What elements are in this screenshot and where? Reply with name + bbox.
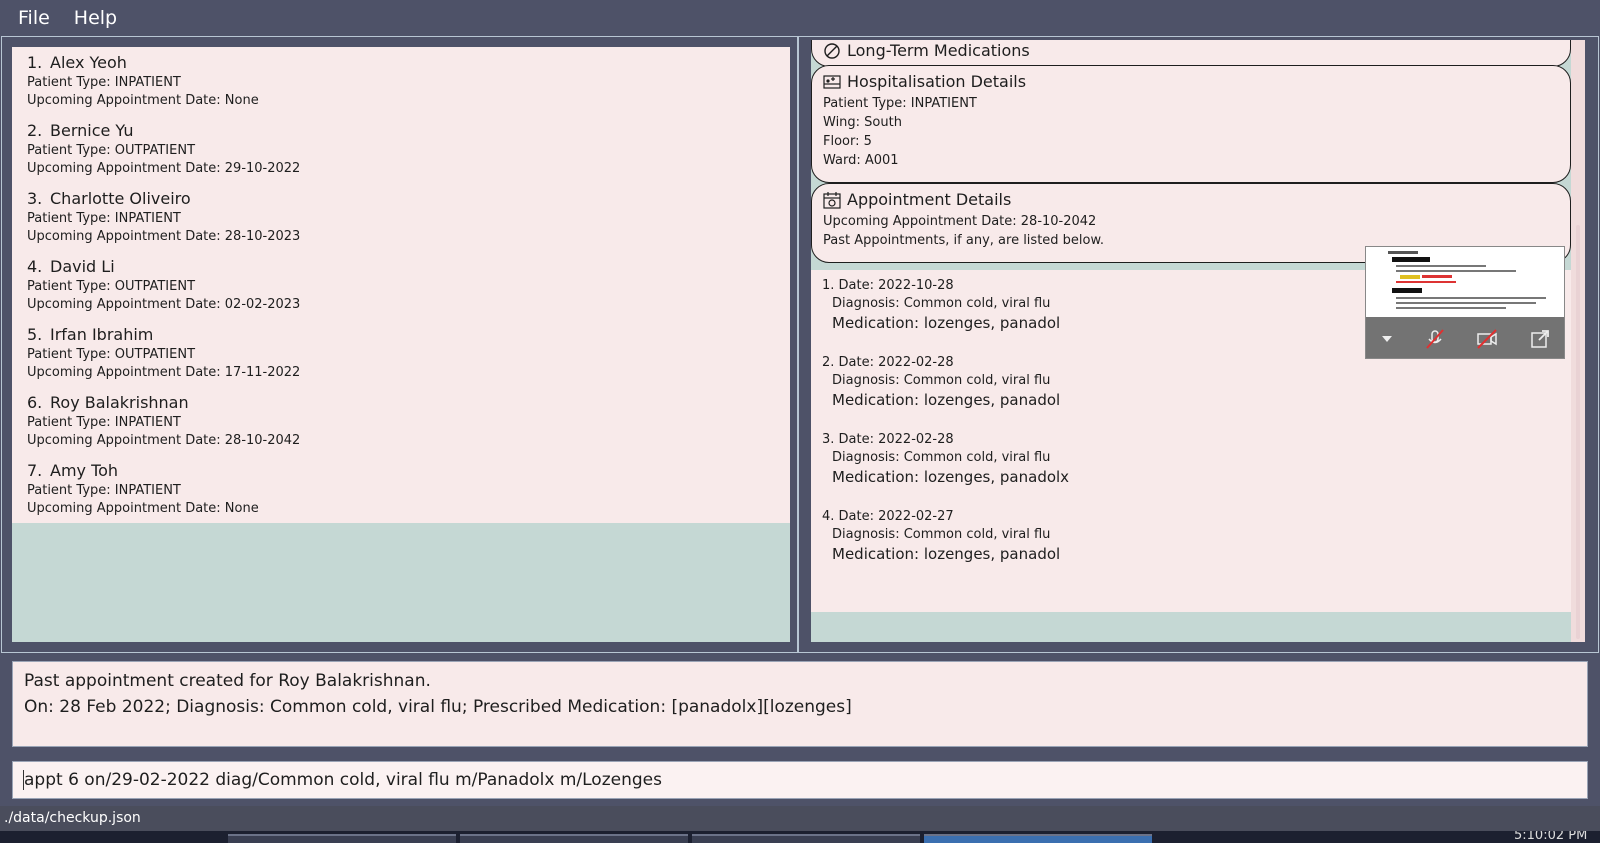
taskbar-item-active[interactable] <box>924 834 1152 843</box>
medications-title: Long-Term Medications <box>847 41 1030 60</box>
list-item: 4. Date: 2022-02-27 Diagnosis: Common co… <box>822 501 1560 578</box>
appointment-title: Appointment Details <box>847 190 1012 209</box>
patient-name: Roy Balakrishnan <box>50 393 189 412</box>
appointment-diagnosis: Diagnosis: Common cold, viral flu <box>832 527 1051 542</box>
appointment-medication: Medication: lozenges, panadol <box>832 391 1061 409</box>
patient-appointment: Upcoming Appointment Date: 29-10-2022 <box>27 161 301 176</box>
patient-appointment: Upcoming Appointment Date: 28-10-2023 <box>27 229 301 244</box>
camera-off-icon[interactable] <box>1476 328 1498 350</box>
patient-appointment: Upcoming Appointment Date: 02-02-2023 <box>27 297 301 312</box>
patient-type: Patient Type: OUTPATIENT <box>27 143 196 158</box>
patient-type: Patient Type: INPATIENT <box>27 483 181 498</box>
taskbar-item[interactable] <box>460 834 688 843</box>
appointment-diagnosis: Diagnosis: Common cold, viral flu <box>832 373 1051 388</box>
list-item[interactable]: 7. Amy Toh Patient Type: INPATIENT Upcomi… <box>12 455 790 523</box>
patient-index: 7. <box>27 461 43 480</box>
list-item[interactable]: 4. David Li Patient Type: OUTPATIENT Upco… <box>12 251 790 319</box>
appointment-diagnosis: Diagnosis: Common cold, viral flu <box>832 450 1051 465</box>
patient-name: David Li <box>50 257 115 276</box>
hospitalisation-ward: Ward: A001 <box>823 153 899 168</box>
list-item[interactable]: 2. Bernice Yu Patient Type: OUTPATIENT Up… <box>12 115 790 183</box>
list-item[interactable]: 3. Charlotte Oliveiro Patient Type: INPAT… <box>12 183 790 251</box>
medications-section: Long-Term Medications <box>811 40 1571 67</box>
list-item: 3. Date: 2022-02-28 Diagnosis: Common co… <box>822 424 1560 501</box>
result-line-2: On: 28 Feb 2022; Diagnosis: Common cold,… <box>24 697 852 717</box>
mic-off-icon[interactable] <box>1424 328 1446 350</box>
result-line-1: Past appointment created for Roy Balakri… <box>24 671 431 691</box>
shared-screen-preview <box>1388 251 1546 309</box>
hospitalisation-type: Patient Type: INPATIENT <box>823 96 977 111</box>
patient-appointment: Upcoming Appointment Date: None <box>27 93 259 108</box>
chevron-down-icon[interactable] <box>1381 333 1393 345</box>
calendar-icon <box>823 192 841 209</box>
list-item[interactable]: 6. Roy Balakrishnan Patient Type: INPATIE… <box>12 387 790 455</box>
upcoming-appointment: Upcoming Appointment Date: 28-10-2042 <box>823 214 1097 229</box>
menu-file[interactable]: File <box>6 0 62 36</box>
result-display: Past appointment created for Roy Balakri… <box>12 661 1588 747</box>
video-controls <box>1366 317 1564 358</box>
status-bar: ./data/checkup.json <box>0 806 1600 831</box>
patient-index: 1. <box>27 53 43 72</box>
hospitalisation-section: Hospitalisation Details Patient Type: IN… <box>811 65 1571 183</box>
patient-name: Amy Toh <box>50 461 119 480</box>
command-input[interactable] <box>23 770 1577 790</box>
command-box[interactable] <box>12 761 1588 799</box>
taskbar: 5:10:02 PM <box>0 831 1600 843</box>
taskbar-item[interactable] <box>692 834 920 843</box>
patient-type: Patient Type: OUTPATIENT <box>27 279 196 294</box>
appointment-medication: Medication: lozenges, panadol <box>832 545 1061 563</box>
patient-name: Charlotte Oliveiro <box>50 189 191 208</box>
patient-index: 3. <box>27 189 43 208</box>
menu-help[interactable]: Help <box>62 0 129 36</box>
patient-appointment: Upcoming Appointment Date: 28-10-2042 <box>27 433 301 448</box>
scrollbar-thumb[interactable] <box>1576 225 1580 639</box>
split-divider[interactable] <box>797 37 799 653</box>
list-item[interactable]: 5. Irfan Ibrahim Patient Type: OUTPATIENT… <box>12 319 790 387</box>
menu-bar: File Help <box>0 0 1600 36</box>
patient-type: Patient Type: INPATIENT <box>27 415 181 430</box>
hospital-bed-icon <box>823 75 841 89</box>
taskbar-clock: 5:10:02 PM <box>1514 831 1588 843</box>
patient-name: Bernice Yu <box>50 121 134 140</box>
patient-index: 2. <box>27 121 43 140</box>
appointment-date: 4. Date: 2022-02-27 <box>822 509 954 524</box>
patient-appointment: Upcoming Appointment Date: 17-11-2022 <box>27 365 301 380</box>
patient-index: 6. <box>27 393 43 412</box>
patient-name: Alex Yeoh <box>50 53 127 72</box>
patient-index: 5. <box>27 325 43 344</box>
patient-name: Irfan Ibrahim <box>50 325 154 344</box>
hospitalisation-floor: Floor: 5 <box>823 134 872 149</box>
appointment-medication: Medication: lozenges, panadolx <box>832 468 1070 486</box>
patient-list[interactable]: 1. Alex Yeoh Patient Type: INPATIENT Upco… <box>12 47 790 642</box>
video-overlay[interactable] <box>1365 246 1565 359</box>
hospitalisation-title: Hospitalisation Details <box>847 72 1027 91</box>
patient-index: 4. <box>27 257 43 276</box>
taskbar-item[interactable] <box>228 834 456 843</box>
popout-icon[interactable] <box>1529 328 1551 350</box>
details-scrollbar[interactable] <box>1571 40 1585 642</box>
patient-type: Patient Type: OUTPATIENT <box>27 347 196 362</box>
save-file-path: ./data/checkup.json <box>4 810 141 826</box>
patient-type: Patient Type: INPATIENT <box>27 75 181 90</box>
list-item[interactable]: 1. Alex Yeoh Patient Type: INPATIENT Upco… <box>12 47 790 115</box>
appointment-date: 3. Date: 2022-02-28 <box>822 432 954 447</box>
patient-type: Patient Type: INPATIENT <box>27 211 181 226</box>
pill-icon <box>824 43 840 59</box>
hospitalisation-wing: Wing: South <box>823 115 902 130</box>
patient-appointment: Upcoming Appointment Date: None <box>27 501 259 516</box>
